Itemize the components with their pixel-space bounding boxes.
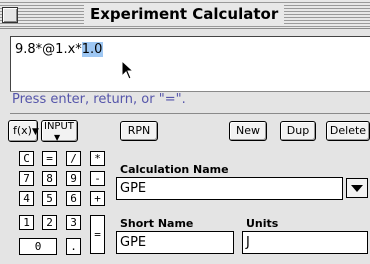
- key-divide[interactable]: /: [66, 151, 81, 166]
- expression-text: 9.8*@1.x*1.0: [15, 42, 104, 57]
- key-clear[interactable]: C: [19, 151, 34, 166]
- key-1[interactable]: 1: [19, 215, 34, 230]
- function-menu-label: f(x): [13, 124, 32, 137]
- key-equals-top[interactable]: =: [42, 151, 57, 166]
- calculation-name-popup-button[interactable]: [346, 178, 368, 198]
- calculation-name-label: Calculation Name: [120, 163, 229, 176]
- title-bar[interactable]: Experiment Calculator: [0, 0, 370, 29]
- units-label: Units: [246, 217, 279, 230]
- triangle-down-icon: [351, 185, 363, 192]
- divider: [10, 113, 370, 114]
- new-button[interactable]: New: [229, 121, 267, 141]
- delete-label: Delete: [329, 124, 367, 137]
- key-9[interactable]: 9: [66, 171, 81, 186]
- key-multiply[interactable]: *: [90, 151, 105, 166]
- key-5[interactable]: 5: [42, 191, 57, 206]
- dup-button[interactable]: Dup: [280, 121, 316, 141]
- key-4[interactable]: 4: [19, 191, 34, 206]
- short-name-field[interactable]: GPE: [116, 231, 234, 254]
- key-7[interactable]: 7: [19, 171, 34, 186]
- units-field[interactable]: J: [242, 231, 368, 254]
- key-equals[interactable]: =: [90, 215, 105, 254]
- delete-button[interactable]: Delete: [326, 121, 370, 141]
- triangle-down-icon: ▼: [54, 133, 61, 142]
- expression-field[interactable]: 9.8*@1.x*1.0: [10, 36, 370, 92]
- calculation-name-field[interactable]: GPE: [116, 177, 343, 200]
- key-8[interactable]: 8: [42, 171, 57, 186]
- new-label: New: [236, 124, 260, 137]
- key-3[interactable]: 3: [66, 215, 81, 230]
- status-hint: Press enter, return, or "=".: [12, 92, 186, 107]
- input-menu-label: INPUT: [44, 121, 74, 132]
- arrow-cursor-icon: [121, 60, 135, 80]
- dup-label: Dup: [286, 124, 310, 137]
- rpn-label: RPN: [127, 124, 151, 137]
- function-menu-button[interactable]: f(x)▼: [8, 120, 39, 142]
- window-title: Experiment Calculator: [84, 4, 285, 24]
- experiment-calculator-window: Experiment Calculator 9.8*@1.x*1.0 Press…: [0, 0, 370, 264]
- triangle-down-icon: ▼: [31, 127, 39, 137]
- key-plus[interactable]: +: [90, 191, 105, 206]
- key-2[interactable]: 2: [42, 215, 57, 230]
- input-menu-button[interactable]: INPUT ▼: [41, 120, 78, 142]
- key-0[interactable]: 0: [19, 238, 57, 255]
- close-box-icon[interactable]: [2, 7, 18, 23]
- rpn-button[interactable]: RPN: [120, 121, 158, 141]
- expression-selected-text: 1.0: [81, 42, 104, 57]
- expression-text-before: 9.8*@1.x*: [15, 42, 82, 57]
- key-6[interactable]: 6: [66, 191, 81, 206]
- short-name-label: Short Name: [120, 217, 194, 230]
- key-minus[interactable]: -: [90, 171, 105, 186]
- key-decimal[interactable]: .: [66, 238, 81, 255]
